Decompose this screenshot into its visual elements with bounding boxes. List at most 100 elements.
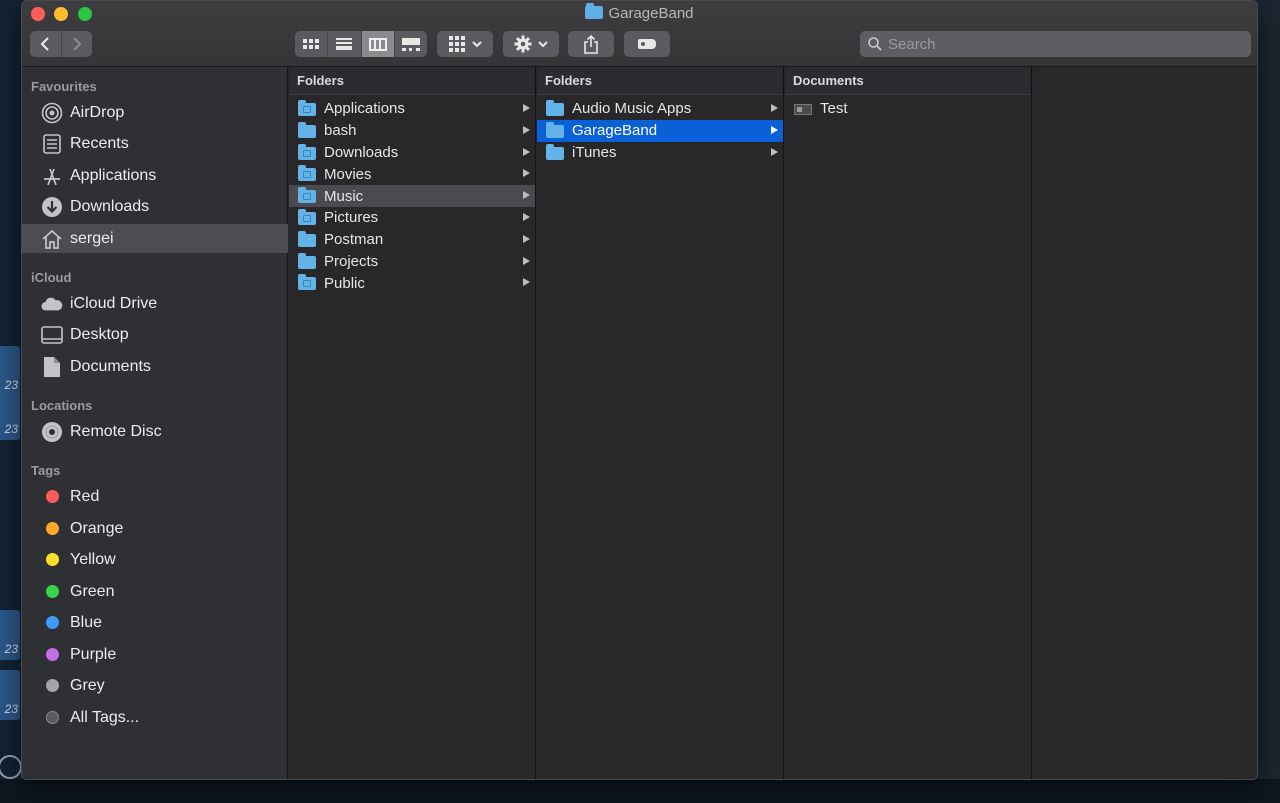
list-item[interactable]: Music xyxy=(289,185,535,207)
sidebar-item-label: sergei xyxy=(70,229,114,247)
list-item[interactable]: Projects xyxy=(289,251,535,273)
group-grid-icon xyxy=(448,36,465,52)
sidebar-heading-icloud: iCloud xyxy=(31,270,72,285)
sidebar-tag-yellow[interactable]: Yellow xyxy=(22,545,288,574)
edit-tags-button[interactable] xyxy=(624,31,670,57)
column-view-button[interactable] xyxy=(361,31,395,57)
chevron-right-icon xyxy=(771,147,778,156)
sidebar-item-label: Blue xyxy=(70,613,103,631)
airdrop-icon xyxy=(41,102,63,124)
sidebar-tag-grey[interactable]: Grey xyxy=(22,671,288,700)
navigation-buttons xyxy=(30,31,92,57)
sidebar-item-label: AirDrop xyxy=(70,103,125,121)
background-card: 23 xyxy=(0,390,20,440)
sidebar-item-recents[interactable]: Recents xyxy=(22,129,288,158)
sidebar-item-documents[interactable]: Documents xyxy=(22,352,288,381)
folder-icon xyxy=(298,230,316,247)
background-card: 23 xyxy=(0,610,20,660)
list-item[interactable]: Test xyxy=(785,98,1031,120)
list-item[interactable]: Audio Music Apps xyxy=(537,98,783,120)
music-folder-icon xyxy=(298,187,316,204)
item-label: Postman xyxy=(324,231,384,249)
sidebar-item-remote-disc[interactable]: Remote Disc xyxy=(22,417,288,446)
column-header: Documents xyxy=(785,67,1031,95)
item-label: Public xyxy=(324,274,365,292)
folder-icon xyxy=(585,3,604,19)
sidebar-item-desktop[interactable]: Desktop xyxy=(22,320,288,349)
gallery-view-button[interactable] xyxy=(395,31,427,57)
chevron-right-icon xyxy=(523,212,530,221)
window-title-text: GarageBand xyxy=(608,5,694,22)
tag-icon xyxy=(638,39,656,49)
list-item[interactable]: Applications xyxy=(289,98,535,120)
search-field[interactable] xyxy=(860,31,1251,57)
list-view-icon xyxy=(336,38,353,50)
chevron-right-icon xyxy=(771,125,778,134)
folder-icon xyxy=(298,121,316,138)
icon-view-button[interactable] xyxy=(295,31,329,57)
list-item[interactable]: Downloads xyxy=(289,142,535,164)
list-item[interactable]: Postman xyxy=(289,229,535,251)
forward-button[interactable] xyxy=(60,31,93,57)
sidebar-item-label: Grey xyxy=(70,676,105,694)
sidebar-item-label: Applications xyxy=(70,166,157,184)
list-item[interactable]: Public xyxy=(289,272,535,294)
sidebar-item-airdrop[interactable]: AirDrop xyxy=(22,98,288,127)
desktop-background-bottom xyxy=(0,779,1280,803)
column-view-icon xyxy=(368,37,387,51)
folder-icon xyxy=(546,100,564,116)
sidebar-item-label: Desktop xyxy=(70,325,129,343)
chevron-right-icon xyxy=(523,169,530,178)
red-tag-icon xyxy=(46,490,59,503)
sidebar-item-label: Green xyxy=(70,582,115,600)
list-item[interactable]: bash xyxy=(289,120,535,142)
sidebar-tag-all-tags[interactable]: All Tags... xyxy=(22,703,288,732)
grey-tag-icon xyxy=(46,679,59,692)
sidebar-tag-blue[interactable]: Blue xyxy=(22,608,288,637)
sidebar-item-downloads[interactable]: Downloads xyxy=(22,192,288,221)
search-icon xyxy=(868,37,882,51)
sidebar-heading-tags: Tags xyxy=(31,463,61,478)
folder-icon xyxy=(546,143,564,160)
list-view-button[interactable] xyxy=(328,31,362,57)
share-icon xyxy=(584,34,598,54)
desktop-background-right xyxy=(1258,0,1280,803)
chevron-right-icon xyxy=(523,125,530,134)
empty-column xyxy=(1033,67,1257,779)
column-header: Folders xyxy=(289,67,535,95)
list-item[interactable]: Pictures xyxy=(289,207,535,229)
sidebar-item-label: Red xyxy=(70,487,100,505)
folder-icon xyxy=(298,252,316,269)
list-item[interactable]: iTunes xyxy=(537,142,783,164)
sidebar-heading-favourites: Favourites xyxy=(31,79,97,94)
sidebar-item-applications[interactable]: Applications xyxy=(22,161,288,190)
action-menu-button[interactable] xyxy=(503,31,559,57)
item-label: Pictures xyxy=(324,209,379,227)
item-label: Projects xyxy=(324,252,379,270)
share-button[interactable] xyxy=(568,31,614,57)
sidebar-tag-purple[interactable]: Purple xyxy=(22,640,288,669)
chevron-down-icon xyxy=(538,40,548,47)
group-by-button[interactable] xyxy=(437,31,493,57)
sidebar-tag-red[interactable]: Red xyxy=(22,482,288,511)
green-tag-icon xyxy=(46,585,59,598)
item-label: Applications xyxy=(324,100,405,118)
search-input[interactable] xyxy=(888,35,1228,53)
applications-icon xyxy=(41,165,63,187)
list-item[interactable]: Movies xyxy=(289,163,535,185)
applications-folder-icon xyxy=(298,100,316,116)
chevron-down-icon xyxy=(471,40,482,47)
icon-view-icon xyxy=(303,39,320,49)
sidebar-item-sergei[interactable]: sergei xyxy=(22,224,288,253)
chevron-left-icon xyxy=(40,37,49,51)
sidebar-heading-locations: Locations xyxy=(31,398,93,413)
back-button[interactable] xyxy=(30,31,61,57)
sidebar-tag-orange[interactable]: Orange xyxy=(22,514,288,543)
downloads-folder-icon xyxy=(298,143,316,160)
sidebar-tag-green[interactable]: Green xyxy=(22,577,288,606)
list-item[interactable]: GarageBand xyxy=(537,119,783,142)
gallery-view-icon xyxy=(401,37,420,51)
sidebar-item-icloud-drive[interactable]: iCloud Drive xyxy=(22,289,288,318)
sidebar-item-label: Recents xyxy=(70,134,129,152)
background-card: 23 xyxy=(0,346,20,396)
